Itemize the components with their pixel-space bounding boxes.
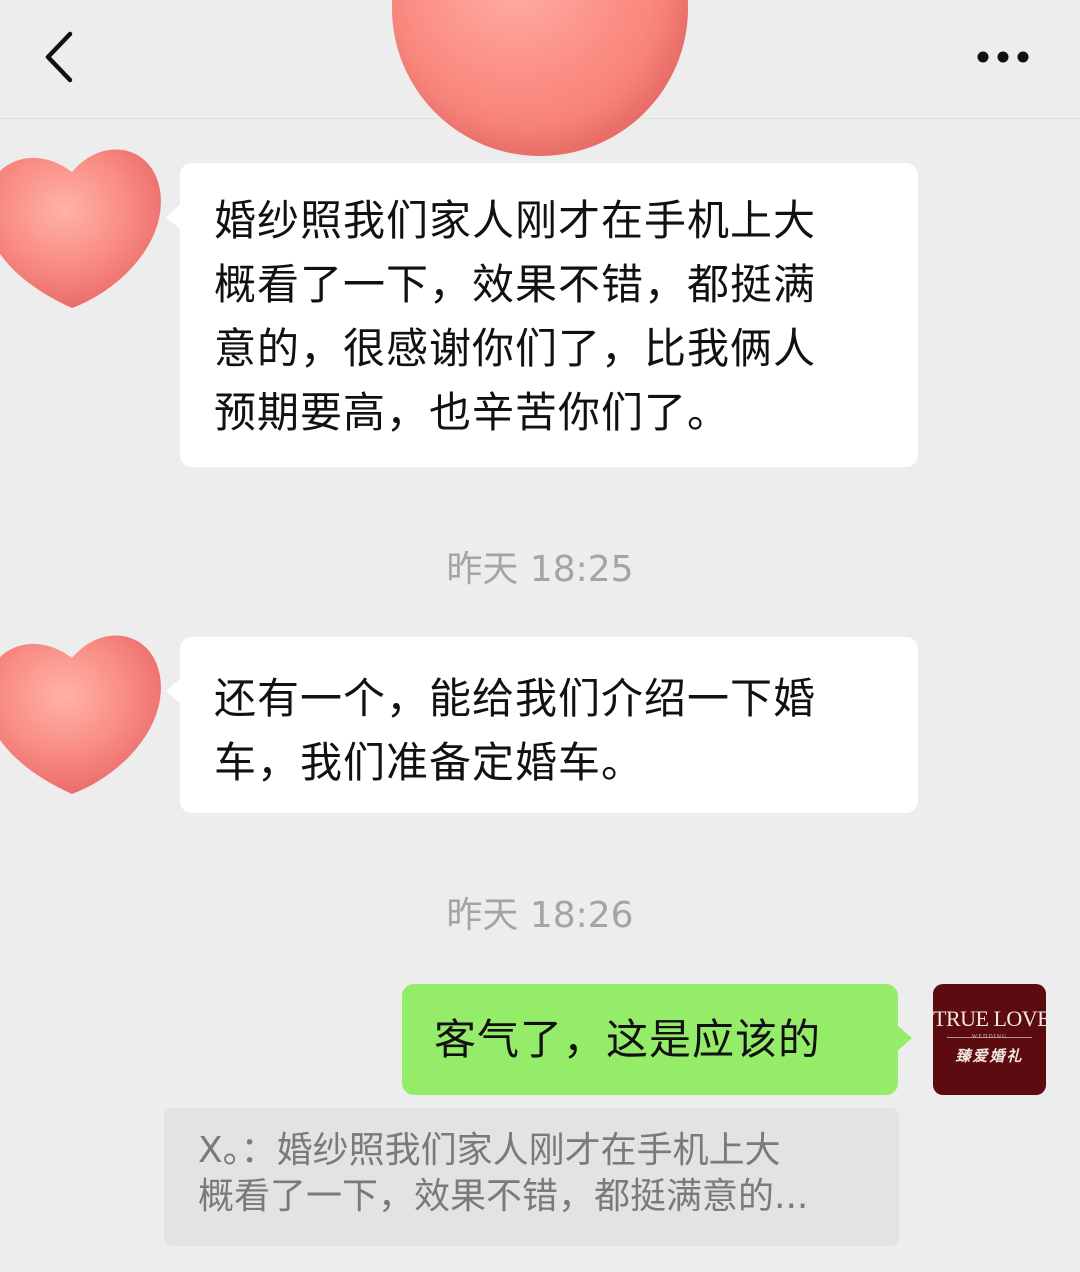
quoted-message-reference[interactable]: X。：婚纱照我们家人刚才在手机上大 概看了一下，效果不错，都挺满意的... xyxy=(164,1108,899,1246)
message-text: 客气了，这是应该的 xyxy=(434,1015,822,1064)
message-timestamp: 昨天 18:26 xyxy=(446,895,634,936)
logo-text: TRUE LOVE xyxy=(933,1006,1046,1031)
logo-subtext: WEDDING xyxy=(971,1034,1008,1040)
message-text: 婚纱照我们家人刚才在手机上大 概看了一下，效果不错，都挺满 意的，很感谢你们了，… xyxy=(214,196,817,437)
message-timestamp: 昨天 18:25 xyxy=(446,549,634,590)
privacy-sticker-circle xyxy=(392,0,688,156)
contact-avatar-heart-sticker[interactable] xyxy=(0,616,164,800)
chevron-left-icon xyxy=(45,31,73,83)
incoming-message-bubble[interactable]: 婚纱照我们家人刚才在手机上大 概看了一下，效果不错，都挺满 意的，很感谢你们了，… xyxy=(166,163,918,467)
logo-chinese-text: 臻爱婚礼 xyxy=(955,1047,1024,1065)
contact-avatar-heart-sticker[interactable] xyxy=(0,130,164,314)
my-avatar-logo[interactable]: TRUE LOVE WEDDING 臻爱婚礼 xyxy=(933,984,1046,1095)
incoming-message-bubble[interactable]: 还有一个，能给我们介绍一下婚 车，我们准备定婚车。 xyxy=(166,637,918,813)
message-text: 还有一个，能给我们介绍一下婚 车，我们准备定婚车。 xyxy=(214,674,817,787)
more-options-button[interactable] xyxy=(968,30,1038,84)
ellipsis-icon xyxy=(977,51,1029,63)
back-button[interactable] xyxy=(30,22,90,92)
outgoing-message-bubble[interactable]: 客气了，这是应该的 xyxy=(402,984,912,1095)
